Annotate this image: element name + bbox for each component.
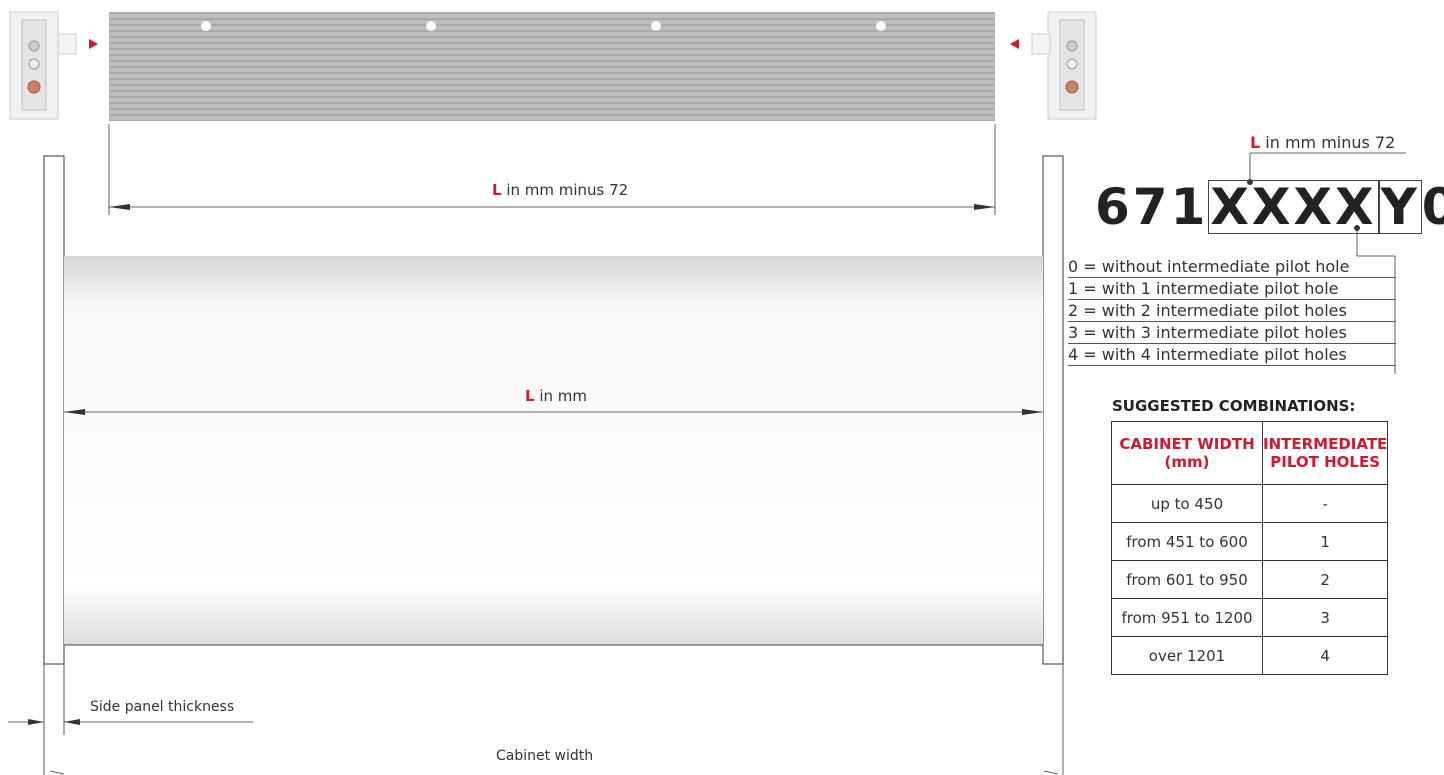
rail-tube: [64, 256, 1043, 645]
pilot-holes-cell: 4: [1261, 636, 1389, 675]
legend-item: 4 = with 4 intermediate pilot holes: [1068, 344, 1396, 366]
legend-item: 0 = without intermediate pilot hole: [1068, 256, 1396, 278]
legend-item: 1 = with 1 intermediate pilot hole: [1068, 278, 1396, 300]
suggested-combinations-table: CABINET WIDTH (mm) INTERMEDIATE PILOT HO…: [1111, 421, 1389, 675]
header-pilot-holes: INTERMEDIATE PILOT HOLES: [1261, 421, 1389, 485]
rail-length-dimension: [108, 124, 996, 215]
inner-width-text: in mm: [534, 387, 587, 405]
rail-length-text: in mm minus 72: [501, 181, 629, 199]
table-row: from 601 to 950 2: [1111, 560, 1389, 599]
left-hinge-bracket-icon: [9, 11, 77, 120]
table-row: from 951 to 1200 3: [1111, 598, 1389, 637]
rail-profile: [109, 12, 995, 121]
table-row: over 1201 4: [1111, 636, 1389, 675]
arrow-right-icon: [89, 39, 98, 49]
code-top-label: L in mm minus 72: [1250, 133, 1395, 152]
code-variable-box: XXXX: [1208, 178, 1379, 236]
pilot-holes-cell: 2: [1261, 560, 1389, 599]
table-row: from 451 to 600 1: [1111, 522, 1389, 561]
inner-width-label: L in mm: [525, 387, 587, 405]
legend-item: 3 = with 3 intermediate pilot holes: [1068, 322, 1396, 344]
code-holes-digit: Y: [1378, 178, 1422, 236]
rail-length-label: L in mm minus 72: [492, 181, 628, 199]
suggested-combinations-title: SUGGESTED COMBINATIONS:: [1112, 397, 1356, 415]
header-cabinet-width: CABINET WIDTH (mm): [1111, 421, 1263, 485]
right-hinge-bracket-icon: [1031, 11, 1097, 120]
length-symbol: L: [492, 181, 502, 199]
pilot-holes-cell: 1: [1261, 522, 1389, 561]
pilot-holes-cell: 3: [1261, 598, 1389, 637]
code-prefix: 671: [1095, 178, 1209, 236]
code-top-label-text: in mm minus 72: [1260, 133, 1396, 152]
table-header-row: CABINET WIDTH (mm) INTERMEDIATE PILOT HO…: [1111, 421, 1389, 485]
cabinet-width-label: Cabinet width: [496, 748, 594, 764]
pilot-holes-cell: -: [1261, 484, 1389, 523]
article-code: 671XXXXY00: [1095, 178, 1444, 236]
cabinet-width-cell: over 1201: [1111, 636, 1263, 675]
right-side-panel: [1042, 155, 1064, 665]
length-symbol: L: [525, 387, 535, 405]
cabinet-width-cell: from 451 to 600: [1111, 522, 1263, 561]
cabinet-width-cell: from 601 to 950: [1111, 560, 1263, 599]
table-row: up to 450 -: [1111, 484, 1389, 523]
side-panel-label: Side panel thickness: [90, 699, 235, 715]
cabinet-width-cell: up to 450: [1111, 484, 1263, 523]
legend-item: 2 = with 2 intermediate pilot holes: [1068, 300, 1396, 322]
code-suffix: 00: [1421, 178, 1444, 236]
length-symbol: L: [1250, 133, 1261, 152]
left-side-panel: [43, 155, 65, 665]
cabinet-width-cell: from 951 to 1200: [1111, 598, 1263, 637]
arrow-left-icon: [1010, 39, 1019, 49]
pilot-hole-legend: 0 = without intermediate pilot hole 1 = …: [1068, 256, 1398, 366]
